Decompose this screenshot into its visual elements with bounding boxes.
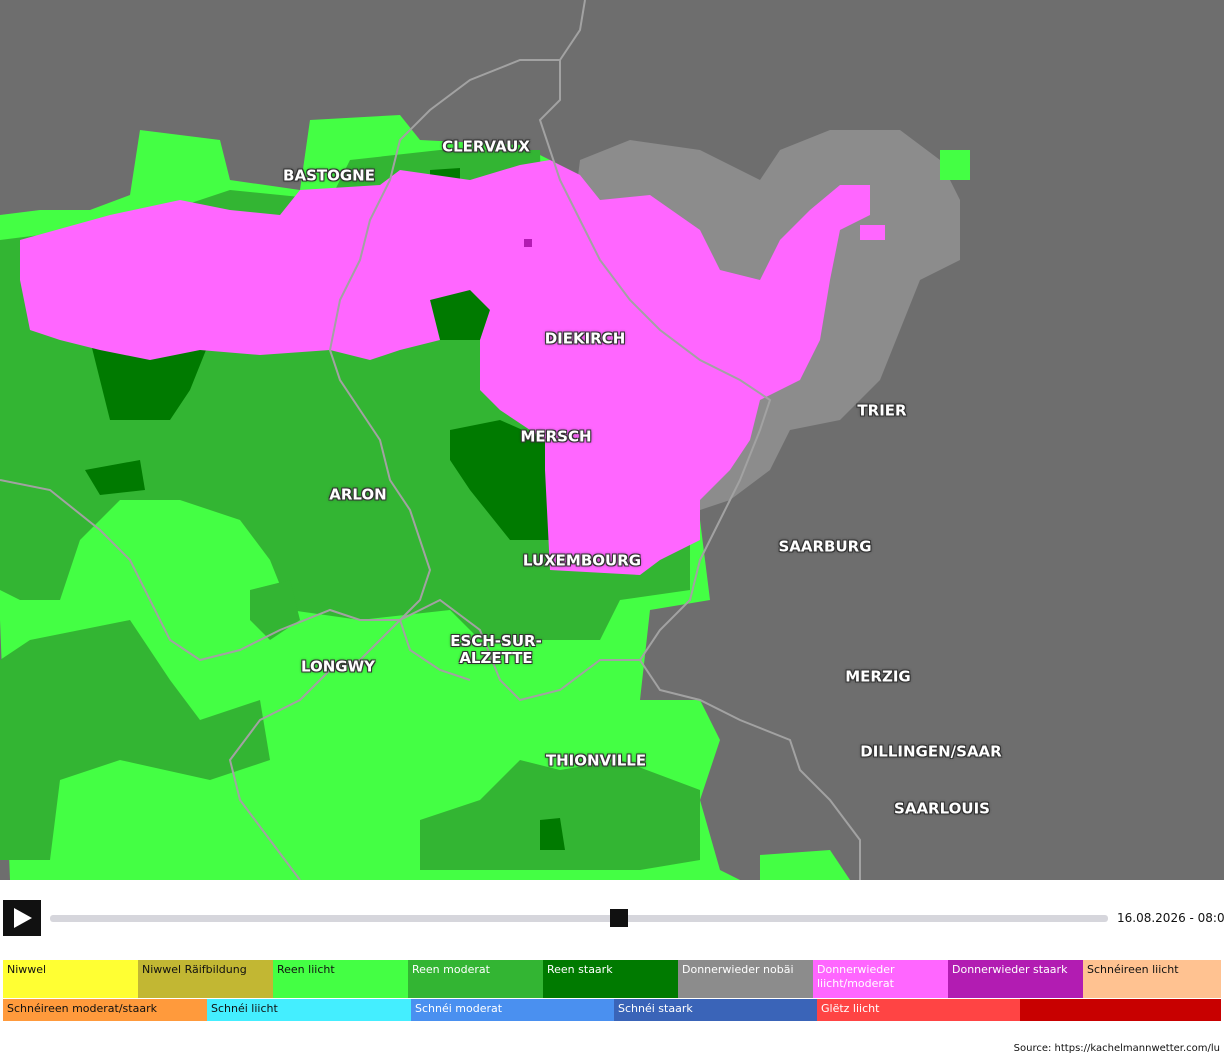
play-button[interactable] [3, 900, 41, 936]
city-label-bastogne: BASTOGNE [283, 166, 375, 185]
legend-item[interactable]: Reen moderat [408, 960, 543, 998]
legend-item[interactable]: Schnéi liicht [207, 999, 411, 1021]
city-label-luxembourg: LUXEMBOURG [522, 551, 642, 570]
city-label-trier: TRIER [857, 401, 907, 420]
city-label-diekirch: DIEKIRCH [544, 329, 626, 348]
city-label-dillingen-saar: DILLINGEN/SAAR [860, 742, 1002, 761]
precipitation-layer [0, 0, 970, 880]
legend-item[interactable]: Schnéireen moderat/staark [3, 999, 207, 1021]
legend-item[interactable]: Glëtz liicht [817, 999, 1020, 1021]
city-label-mersch: MERSCH [520, 427, 592, 446]
legend-item[interactable]: Niwwel [3, 960, 138, 998]
city-label-thionville: THIONVILLE [545, 751, 647, 770]
legend-item[interactable]: Schnéi moderat [411, 999, 614, 1021]
legend-item[interactable]: Reen staark [543, 960, 678, 998]
legend-item[interactable]: Schnéi staark [614, 999, 817, 1021]
timeline-slider-track[interactable] [50, 915, 1108, 922]
city-label-clervaux: CLERVAUX [442, 137, 530, 156]
legend-item[interactable]: Niwwel Räifbildung [138, 960, 273, 998]
thunder-heavy-cell [524, 239, 532, 247]
city-label-merzig: MERZIG [845, 667, 911, 686]
play-icon [14, 908, 32, 928]
source-attribution: Source: https://kachelmannwetter.com/lu [1013, 1043, 1220, 1054]
legend-row-2: Schnéireen moderat/staark Schnéi liicht Sc… [3, 999, 1221, 1021]
legend-item[interactable]: Donnerwieder liicht/moderat [813, 960, 948, 998]
timeline-slider-thumb[interactable] [610, 909, 629, 927]
legend-item[interactable]: Donnerwieder staark [948, 960, 1083, 998]
radar-map[interactable]: BASTOGNE CLERVAUX DIEKIRCH TRIER MERSCH … [0, 0, 1224, 880]
city-label-saarlouis: SAARLOUIS [894, 799, 990, 818]
city-label-saarburg: SAARBURG [778, 537, 872, 556]
legend-item[interactable]: Donnerwieder nobäi [678, 960, 813, 998]
legend-row-1: Niwwel Niwwel Räifbildung Reen liicht Reen … [3, 960, 1221, 998]
legend-item[interactable] [1020, 999, 1221, 1021]
city-label-esch-sur-alzette: ESCH-SUR- ALZETTE [450, 632, 542, 667]
current-timestamp: 16.08.2026 - 08:00 [1117, 911, 1224, 925]
legend-item[interactable]: Schnéireen liicht [1083, 960, 1221, 998]
legend-item[interactable]: Reen liicht [273, 960, 408, 998]
city-label-arlon: ARLON [329, 485, 387, 504]
city-label-longwy: LONGWY [300, 657, 376, 676]
